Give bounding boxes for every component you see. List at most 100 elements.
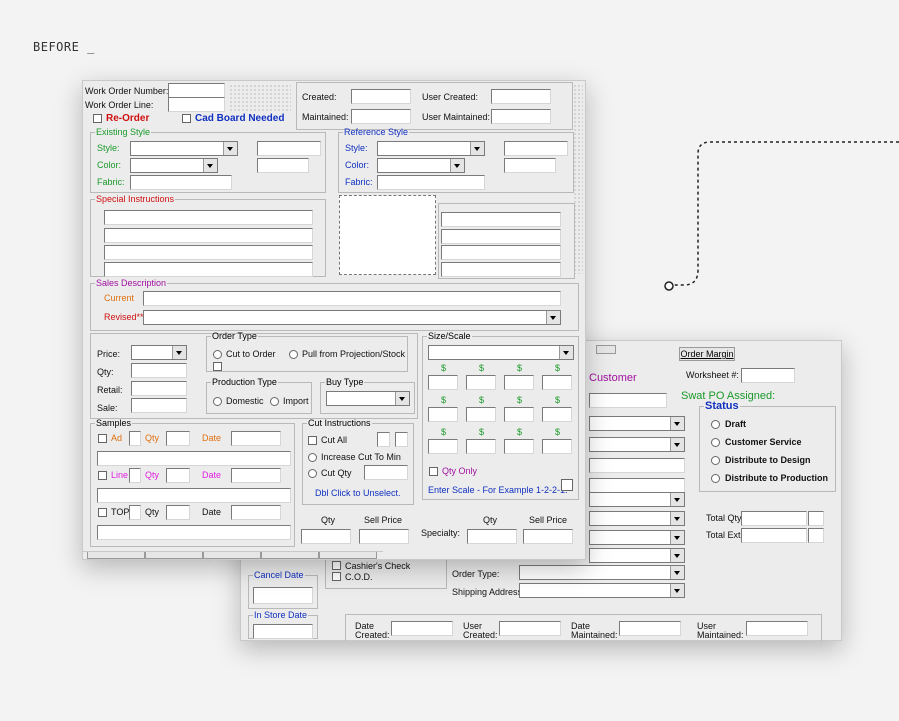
line-note-input[interactable] [97, 488, 291, 503]
chevron-down-icon[interactable] [670, 584, 684, 597]
top-checkbox[interactable] [98, 508, 107, 517]
note-line-3[interactable] [441, 245, 561, 260]
pull-from-projection-radio[interactable] [289, 350, 298, 359]
chevron-down-icon[interactable] [670, 417, 684, 430]
special-instructions-line-1[interactable] [104, 210, 313, 225]
line-checkbox[interactable] [98, 471, 107, 480]
top-note-input[interactable] [97, 525, 291, 540]
size-r2-c3[interactable] [504, 407, 534, 422]
status-design-radio[interactable] [711, 456, 720, 465]
maintained-input[interactable] [351, 109, 411, 124]
enter-scale-checkbox[interactable] [561, 479, 573, 491]
sale-input[interactable] [131, 398, 187, 413]
total-qty-input-2[interactable] [808, 511, 824, 526]
chevron-down-icon[interactable] [470, 142, 484, 155]
specialty-qty-input[interactable] [467, 529, 517, 544]
line-date-input[interactable] [231, 468, 281, 483]
in-store-date-input[interactable] [253, 624, 313, 639]
re-order-checkbox[interactable] [93, 114, 102, 123]
cut-box-1[interactable] [377, 432, 390, 447]
top-box[interactable] [129, 505, 141, 520]
bottom-button-1[interactable] [87, 552, 145, 559]
current-input[interactable] [143, 291, 561, 306]
size-r3-c2[interactable] [466, 439, 496, 454]
shipping-address-dropdown[interactable] [519, 583, 685, 598]
reference-color-extra[interactable] [504, 158, 556, 173]
tab-order-margin[interactable]: Order Margin [679, 347, 735, 361]
chevron-down-icon[interactable] [670, 438, 684, 451]
size-r1-c2[interactable] [466, 375, 496, 390]
size-r3-c1[interactable] [428, 439, 458, 454]
cancel-date-input[interactable] [253, 587, 313, 604]
cut-qty-input[interactable] [364, 465, 408, 480]
cut-qty-radio[interactable] [308, 469, 317, 478]
back-dropdown-5[interactable] [589, 492, 685, 507]
size-r1-c3[interactable] [504, 375, 534, 390]
import-radio[interactable] [270, 397, 279, 406]
chevron-down-icon[interactable] [670, 493, 684, 506]
ad-qty-input[interactable] [166, 431, 190, 446]
bottom-button-5[interactable] [319, 552, 377, 559]
bottom-qty-input[interactable] [301, 529, 351, 544]
chevron-down-icon[interactable] [395, 392, 409, 405]
size-r2-c2[interactable] [466, 407, 496, 422]
work-order-number-input[interactable] [168, 83, 225, 98]
size-r3-c3[interactable] [504, 439, 534, 454]
user-maintained-input[interactable] [491, 109, 551, 124]
ad-note-input[interactable] [97, 451, 291, 466]
chevron-down-icon[interactable] [546, 311, 560, 324]
price-dropdown[interactable] [131, 345, 187, 360]
order-type-dropdown[interactable] [519, 565, 685, 580]
cad-board-checkbox[interactable] [182, 114, 191, 123]
size-r1-c1[interactable] [428, 375, 458, 390]
domestic-radio[interactable] [213, 397, 222, 406]
buy-type-dropdown[interactable] [326, 391, 410, 406]
existing-color-extra[interactable] [257, 158, 309, 173]
line-box[interactable] [129, 468, 141, 483]
cashiers-check-checkbox[interactable] [332, 561, 341, 570]
chevron-down-icon[interactable] [670, 531, 684, 544]
back-input-3[interactable] [589, 458, 685, 473]
note-line-1[interactable] [441, 212, 561, 227]
back-dropdown-1[interactable] [589, 416, 685, 431]
toolbar-button[interactable] [596, 345, 616, 354]
size-scale-dropdown[interactable] [428, 345, 574, 360]
back-dropdown-8[interactable] [589, 548, 685, 563]
created-input[interactable] [351, 89, 411, 104]
special-instructions-line-3[interactable] [104, 245, 313, 260]
back-dropdown-6[interactable] [589, 511, 685, 526]
footer-date-maintained-input[interactable] [619, 621, 681, 636]
retail-input[interactable] [131, 381, 187, 396]
status-draft-radio[interactable] [711, 420, 720, 429]
cut-all-checkbox[interactable] [308, 436, 317, 445]
size-r3-c4[interactable] [542, 439, 572, 454]
total-qty-input[interactable] [741, 511, 807, 526]
status-prod-radio[interactable] [711, 474, 720, 483]
chevron-down-icon[interactable] [670, 549, 684, 562]
revised-dropdown[interactable] [143, 310, 561, 325]
chevron-down-icon[interactable] [172, 346, 186, 359]
reference-fabric-input[interactable] [377, 175, 485, 190]
reference-style-dropdown[interactable] [377, 141, 485, 156]
ad-date-input[interactable] [231, 431, 281, 446]
chevron-down-icon[interactable] [670, 512, 684, 525]
footer-user-created-input[interactable] [499, 621, 561, 636]
existing-style-dropdown[interactable] [130, 141, 238, 156]
chevron-down-icon[interactable] [670, 566, 684, 579]
size-r1-c4[interactable] [542, 375, 572, 390]
footer-user-maintained-input[interactable] [746, 621, 808, 636]
bottom-button-2[interactable] [145, 552, 203, 559]
cut-box-2[interactable] [395, 432, 408, 447]
ad-checkbox[interactable] [98, 434, 107, 443]
ad-box[interactable] [129, 431, 141, 446]
total-ext-input-2[interactable] [808, 528, 824, 543]
top-qty-input[interactable] [166, 505, 190, 520]
existing-style-extra[interactable] [257, 141, 321, 156]
top-date-input[interactable] [231, 505, 281, 520]
increase-cut-radio[interactable] [308, 453, 317, 462]
order-type-extra-checkbox[interactable] [213, 362, 222, 371]
customer-input[interactable] [589, 393, 667, 408]
chevron-down-icon[interactable] [203, 159, 217, 172]
work-order-line-input[interactable] [168, 97, 225, 112]
status-cs-radio[interactable] [711, 438, 720, 447]
